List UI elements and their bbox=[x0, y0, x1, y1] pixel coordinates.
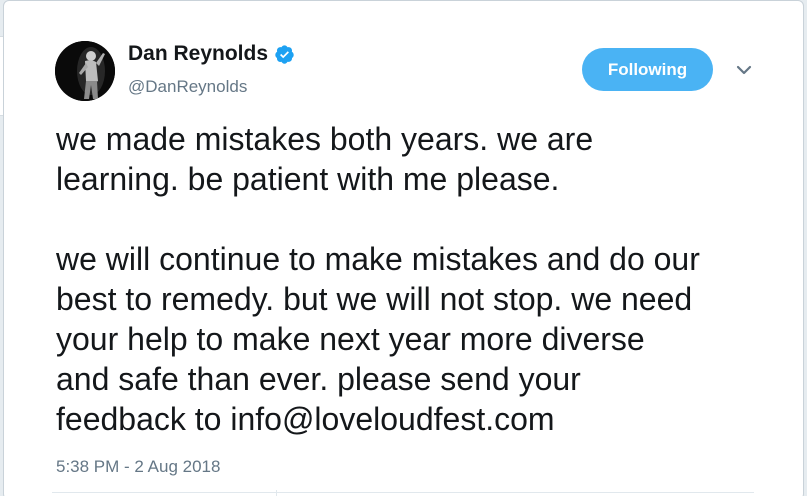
following-button[interactable]: Following bbox=[582, 48, 713, 91]
chevron-down-icon[interactable] bbox=[733, 59, 755, 81]
author-name[interactable]: Dan Reynolds bbox=[128, 42, 295, 66]
tweet-text-fragment: feedback to bbox=[56, 401, 231, 437]
author-name-text[interactable]: Dan Reynolds bbox=[128, 42, 268, 66]
tweet-text-line: we made mistakes both years. we are bbox=[56, 121, 594, 157]
tweet-text-line: learning. be patient with me please. bbox=[56, 161, 560, 197]
avatar-photo bbox=[55, 41, 115, 101]
tweet-text-line: and safe than ever. please send your bbox=[56, 361, 581, 397]
tweet-text-line: we will continue to make mistakes and do… bbox=[56, 241, 700, 277]
email-link[interactable]: info@loveloudfest.com bbox=[230, 401, 554, 437]
divider bbox=[52, 492, 754, 493]
tweet-card: Dan Reynolds @DanReynolds Following we m… bbox=[3, 0, 804, 496]
divider-tick bbox=[276, 490, 277, 496]
tweet-text-line: feedback to info@loveloudfest.com bbox=[56, 399, 786, 439]
tweet-text: we made mistakes both years. we are lear… bbox=[56, 119, 786, 439]
verified-badge-icon bbox=[275, 44, 294, 64]
author-handle[interactable]: @DanReynolds bbox=[128, 77, 247, 97]
paragraph-break bbox=[56, 199, 786, 239]
tweet-text-line: best to remedy. but we will not stop. we… bbox=[56, 281, 693, 317]
avatar[interactable] bbox=[55, 41, 115, 101]
tweet-text-line: your help to make next year more diverse bbox=[56, 321, 645, 357]
tweet-timestamp[interactable]: 5:38 PM - 2 Aug 2018 bbox=[56, 457, 220, 477]
